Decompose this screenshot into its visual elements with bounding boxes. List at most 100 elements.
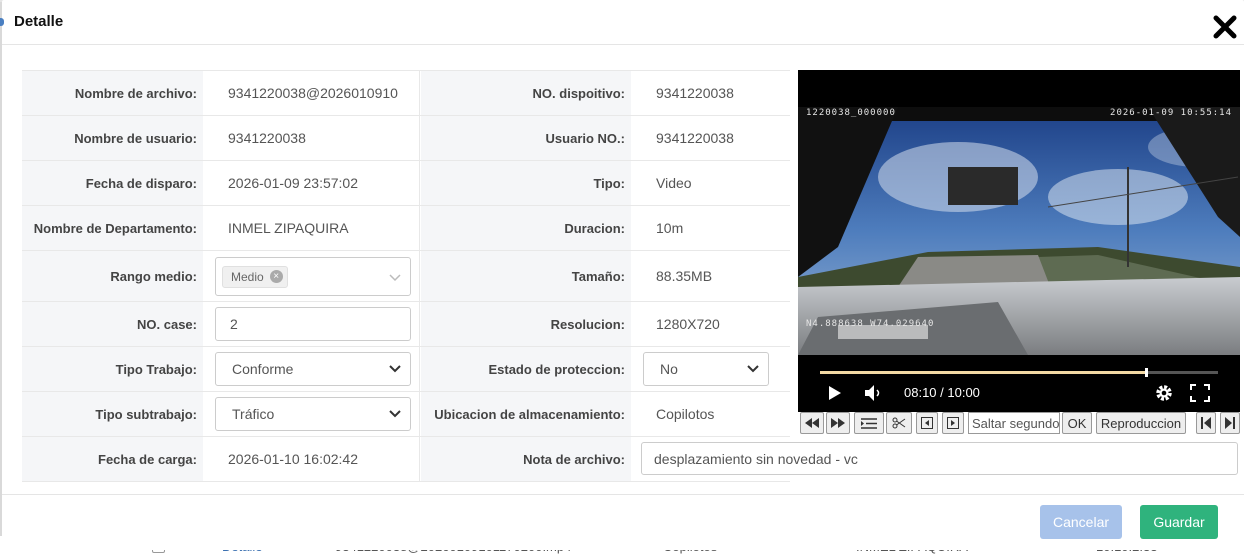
range-cell: Medio × <box>203 251 420 301</box>
skip-start-button[interactable] <box>1196 412 1216 434</box>
video-toolbar: Saltar segundos OK Reproduccion <box>800 412 1240 436</box>
range-label: Rango medio: <box>22 251 203 301</box>
osd-timestamp: 2026-01-09 10:55:14 <box>1110 108 1232 118</box>
fast-forward-icon <box>831 418 845 428</box>
user-no-value: 9341220038 <box>656 130 734 146</box>
protection-select[interactable]: No <box>643 352 769 386</box>
scissors-icon <box>892 417 906 429</box>
rewind-icon <box>805 418 819 428</box>
range-tag: Medio × <box>222 265 288 288</box>
list-icon <box>861 417 877 429</box>
chevron-down-icon <box>389 274 401 282</box>
clip-button[interactable] <box>886 412 912 434</box>
sub-work-type-cell: Tráfico <box>203 392 420 436</box>
seek-ok-button[interactable]: OK <box>1062 412 1092 434</box>
detail-modal: Detalle Nombre de archivo: 9341220038@20… <box>0 0 1244 550</box>
rewind-button[interactable] <box>800 412 824 434</box>
osd-coordinates: N4.888638 W74.029640 <box>806 319 935 329</box>
modal-title: Detalle <box>14 13 64 30</box>
remove-tag-icon[interactable]: × <box>269 270 283 283</box>
osd-channel: 1220038_000000 <box>806 108 896 118</box>
work-type-label: Tipo Trabajo: <box>22 347 203 391</box>
work-type-select[interactable]: Conforme <box>215 352 411 386</box>
chevron-down-icon <box>389 365 401 373</box>
video-player[interactable]: 1220038_000000 2026-01-09 10:55:14 N4.88… <box>798 70 1240 412</box>
user-name-label: Nombre de usuario: <box>22 116 203 160</box>
chevron-down-icon <box>747 365 759 373</box>
sub-work-type-select[interactable]: Tráfico <box>215 397 411 431</box>
video-progress-knob[interactable] <box>1145 368 1149 377</box>
user-name-value: 9341220038 <box>203 116 420 160</box>
duration-value: 10m <box>656 220 684 236</box>
trigger-date-label: Fecha de disparo: <box>22 161 203 205</box>
trigger-date-value: 2026-01-09 23:57:02 <box>203 161 420 205</box>
file-note-label: Nota de archivo: <box>421 437 631 481</box>
cancel-button[interactable]: Cancelar <box>1040 505 1122 539</box>
form-row-work-type: Tipo Trabajo: Conforme Estado de protecc… <box>22 347 790 392</box>
protection-cell: No <box>631 347 790 391</box>
size-label: Tamaño: <box>421 251 631 301</box>
case-input[interactable]: 2 <box>215 307 411 341</box>
video-progress-fill <box>820 371 1147 374</box>
duration-label: Duracion: <box>421 206 631 250</box>
storage-label: Ubicacion de almacenamiento: <box>421 392 631 436</box>
form-row-trigger: Fecha de disparo: 2026-01-09 23:57:02 Ti… <box>22 161 790 206</box>
modal-footer-divider <box>2 494 1244 495</box>
size-value: 88.35MB <box>656 268 713 284</box>
resolution-label: Resolucion: <box>421 302 631 346</box>
skip-end-button[interactable] <box>1220 412 1240 434</box>
upload-date-label: Fecha de carga: <box>22 437 203 481</box>
prev-frame-button[interactable] <box>916 412 938 434</box>
prev-frame-icon <box>921 417 933 429</box>
case-label: NO. case: <box>22 302 203 346</box>
chevron-down-icon <box>389 410 401 418</box>
next-frame-icon <box>947 417 959 429</box>
volume-icon[interactable] <box>864 384 884 402</box>
device-no-label: NO. dispoitivo: <box>421 71 631 115</box>
close-icon[interactable] <box>1212 14 1238 40</box>
form-row-user: Nombre de usuario: 9341220038 Usuario NO… <box>22 116 790 161</box>
user-no-label: Usuario NO.: <box>421 116 631 160</box>
file-note-input[interactable]: desplazamiento sin novedad - vc <box>641 442 1238 475</box>
range-tag-label: Medio <box>231 269 264 284</box>
case-cell: 2 <box>203 302 420 346</box>
fast-forward-button[interactable] <box>826 412 850 434</box>
form-row-range: Rango medio: Medio × Tamaño: 88.35MB <box>22 251 790 302</box>
seek-seconds-input[interactable]: Saltar segundos <box>968 412 1060 434</box>
department-label: Nombre de Departamento: <box>22 206 203 250</box>
play-icon[interactable] <box>828 385 842 401</box>
storage-value: Copilotos <box>656 406 715 422</box>
video-progress-bar[interactable] <box>820 368 1218 377</box>
type-value: Video <box>656 175 692 191</box>
form-row-department: Nombre de Departamento: INMEL ZIPAQUIRA … <box>22 206 790 251</box>
sub-work-type-selected: Tráfico <box>232 406 275 422</box>
form-row-file: Nombre de archivo: 9341220038@2026010910… <box>22 71 790 116</box>
save-button[interactable]: Guardar <box>1140 505 1218 539</box>
form-row-case: NO. case: 2 Resolucion: 1280X720 <box>22 302 790 347</box>
playlist-button[interactable] <box>854 412 884 434</box>
protection-label: Estado de proteccion: <box>421 347 631 391</box>
department-value: INMEL ZIPAQUIRA <box>203 206 420 250</box>
upload-date-value: 2026-01-10 16:02:42 <box>203 437 420 481</box>
skip-start-icon <box>1201 417 1211 429</box>
form-row-sub-work: Tipo subtrabajo: Tráfico Ubicacion de al… <box>22 392 790 437</box>
skip-end-icon <box>1225 417 1235 429</box>
range-multiselect[interactable]: Medio × <box>215 257 411 296</box>
dashcam-frame-image <box>798 107 1240 355</box>
video-time: 08:10 / 10:00 <box>904 385 980 400</box>
settings-gear-icon[interactable] <box>1154 383 1174 403</box>
file-name-label: Nombre de archivo: <box>22 71 203 115</box>
file-name-value: 9341220038@2026010910 <box>203 71 420 115</box>
sub-work-type-label: Tipo subtrabajo: <box>22 392 203 436</box>
modal-header: Detalle <box>2 0 1244 45</box>
next-frame-button[interactable] <box>942 412 964 434</box>
work-type-selected: Conforme <box>232 361 294 377</box>
video-frame <box>798 107 1240 355</box>
fullscreen-icon[interactable] <box>1190 384 1210 402</box>
work-type-cell: Conforme <box>203 347 420 391</box>
protection-selected: No <box>660 361 678 377</box>
detail-form: Nombre de archivo: 9341220038@2026010910… <box>22 70 790 482</box>
device-no-value: 9341220038 <box>656 85 734 101</box>
type-label: Tipo: <box>421 161 631 205</box>
playback-button[interactable]: Reproduccion <box>1096 412 1186 434</box>
